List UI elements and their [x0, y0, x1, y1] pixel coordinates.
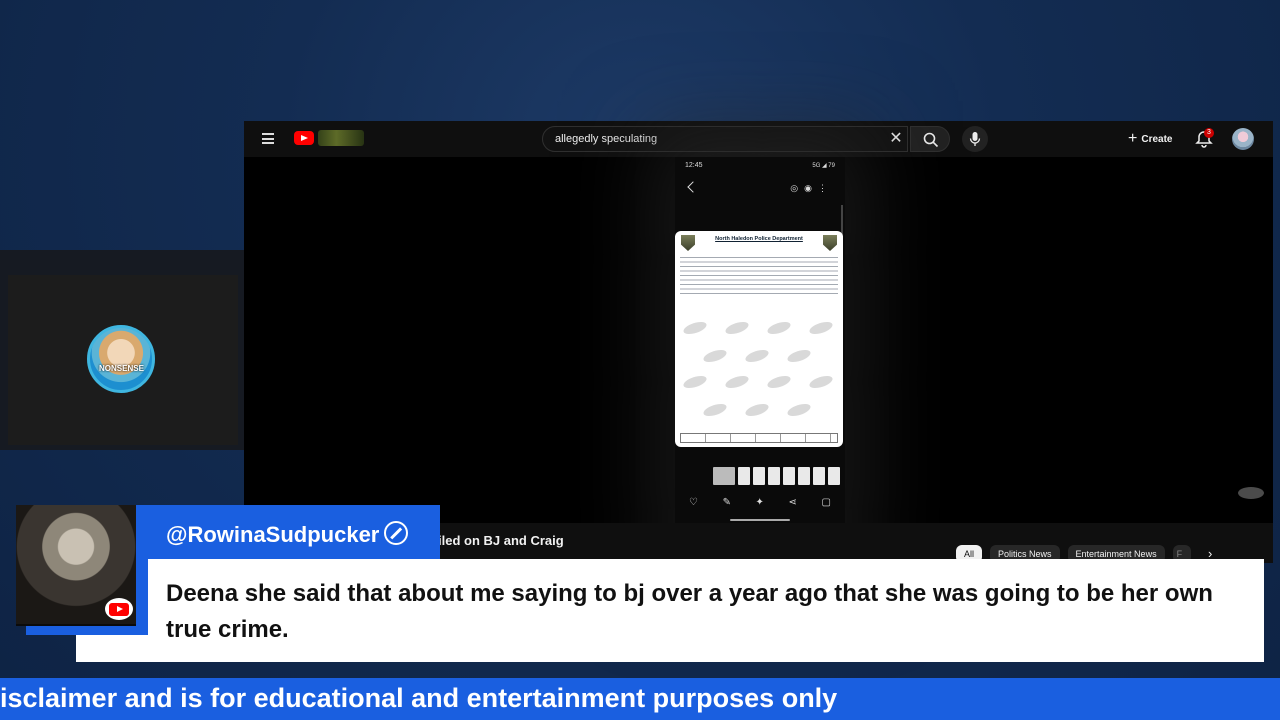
watermark-icon — [766, 373, 792, 391]
thumbnail-strip — [713, 467, 843, 485]
search-input[interactable]: allegedly speculating — [542, 126, 908, 152]
chat-username-tag: @RowinaSudpucker — [136, 505, 440, 559]
youtube-badge-icon — [105, 598, 133, 620]
notification-badge: 3 — [1204, 128, 1214, 138]
watermark-icon — [766, 319, 792, 337]
sparkle-icon: ✦ — [755, 497, 764, 508]
webcam-avatar-label: NONSENSE — [99, 364, 144, 373]
voice-search-button[interactable] — [962, 126, 988, 152]
phone-status-indicators: 5G ◢ 79 — [812, 163, 835, 169]
thumbnail[interactable] — [783, 467, 795, 485]
police-badge-icon — [823, 235, 837, 251]
plus-icon: + — [1128, 130, 1138, 147]
watermark-icon — [744, 401, 770, 419]
chat-avatar-accent — [26, 626, 146, 635]
edit-icon: ✎ — [722, 497, 731, 508]
chat-username: @RowinaSudpucker — [166, 522, 380, 547]
watermark-icon — [786, 401, 812, 419]
chat-accent-bar — [136, 559, 148, 635]
document-title: North Haledon Police Department — [715, 236, 803, 242]
thumbnail[interactable] — [738, 467, 750, 485]
chat-message-text: Deena she said that about me saying to b… — [166, 580, 1213, 643]
phone-screenshot: 12:45 5G ◢ 79 ◎◉⋮ North Haledon Police D… — [675, 157, 845, 561]
phone-toolbar-icons: ◎◉⋮ — [790, 183, 833, 193]
ticker-text: isclaimer and is for educational and ent… — [0, 683, 838, 713]
back-icon — [687, 181, 699, 193]
watermark-icon — [702, 347, 728, 365]
channel-logo[interactable] — [318, 130, 364, 146]
channel-watermark-logo — [1238, 487, 1264, 499]
video-title[interactable]: iled on BJ and Craig — [438, 533, 564, 548]
youtube-window: allegedly speculating ✕ + Create 3 12:45… — [244, 121, 1273, 561]
youtube-topbar: allegedly speculating ✕ + Create 3 — [244, 121, 1273, 157]
thumbnail[interactable] — [768, 467, 780, 485]
document-body-text — [680, 255, 838, 297]
watermark-icon — [682, 373, 708, 391]
account-avatar[interactable] — [1232, 128, 1254, 150]
watermark-icon — [808, 373, 834, 391]
disclaimer-ticker: isclaimer and is for educational and ent… — [0, 678, 1280, 720]
watermark-icon — [682, 319, 708, 337]
thumbnail[interactable] — [828, 467, 840, 485]
watermark-icon — [786, 347, 812, 365]
watermark-icon — [744, 347, 770, 365]
watermark-icon — [724, 373, 750, 391]
police-badge-icon — [681, 235, 695, 251]
search-icon — [923, 132, 939, 148]
create-button[interactable]: + Create — [1120, 127, 1180, 151]
thumbnail[interactable] — [798, 467, 810, 485]
document-table — [680, 433, 838, 443]
watermark-icon — [702, 401, 728, 419]
thumbnail[interactable] — [753, 467, 765, 485]
search-button[interactable] — [910, 126, 950, 152]
watermark-icon — [724, 319, 750, 337]
trash-icon: ▢ — [821, 497, 831, 508]
hamburger-icon[interactable] — [262, 133, 274, 144]
youtube-logo-icon[interactable] — [294, 131, 314, 145]
heart-icon: ♡ — [689, 497, 698, 508]
home-indicator — [730, 519, 790, 521]
clear-icon[interactable]: ✕ — [889, 130, 903, 148]
phone-status-time: 12:45 — [685, 162, 703, 169]
chat-message-box: Deena she said that about me saying to b… — [76, 559, 1264, 662]
phone-action-bar: ♡ ✎ ✦ ⋖ ▢ — [689, 497, 831, 508]
create-label: Create — [1141, 133, 1173, 145]
watermark-icon — [808, 319, 834, 337]
police-document: North Haledon Police Department — [675, 231, 843, 447]
moderator-icon — [384, 521, 408, 545]
share-icon: ⋖ — [788, 497, 797, 508]
thumbnail[interactable] — [813, 467, 825, 485]
webcam-avatar — [87, 325, 155, 393]
mic-icon — [969, 132, 981, 146]
thumbnail[interactable] — [713, 467, 735, 485]
search-query: allegedly speculating — [555, 133, 658, 145]
